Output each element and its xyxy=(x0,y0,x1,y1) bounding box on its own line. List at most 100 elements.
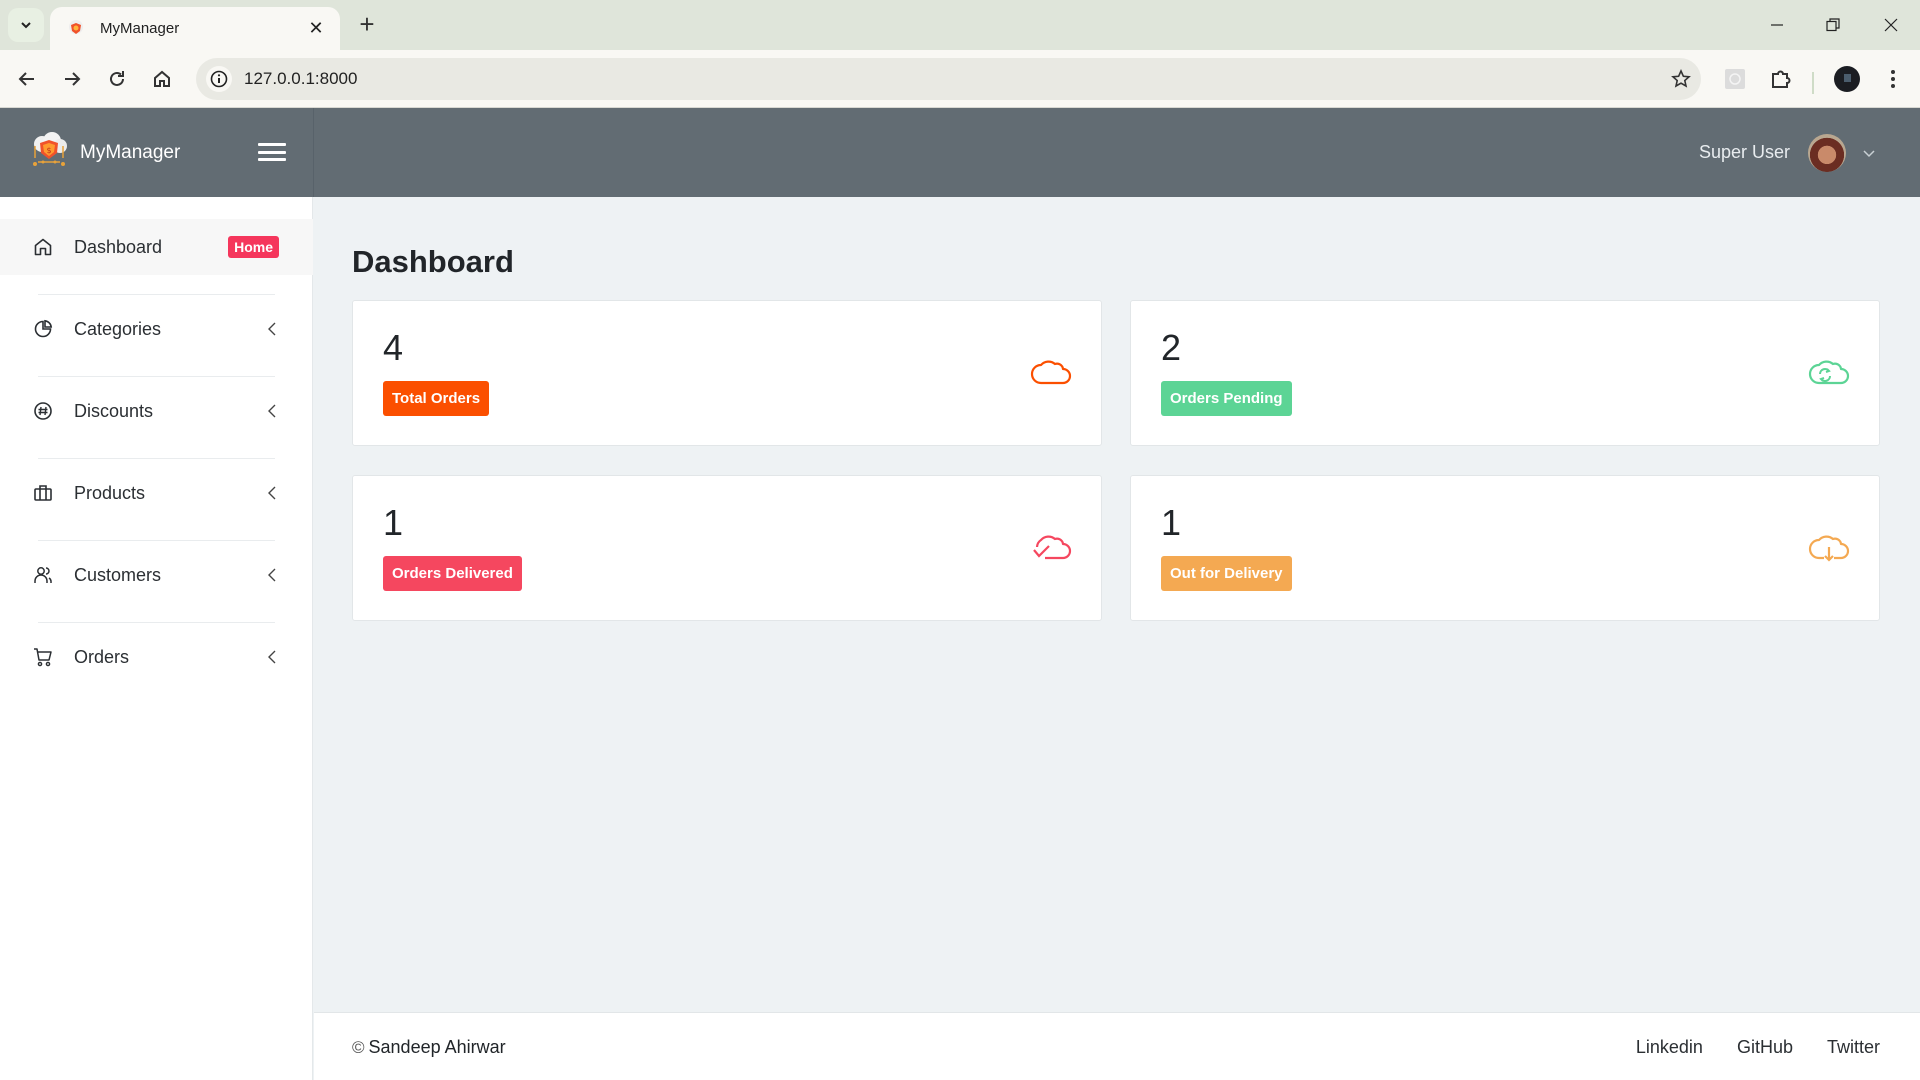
sidebar-toggle-button[interactable] xyxy=(258,140,286,164)
sidebar-item-label: Orders xyxy=(74,646,130,667)
app-header: $ MyManager Super User xyxy=(0,108,1920,197)
brand[interactable]: $ MyManager xyxy=(28,108,180,197)
toolbar-separator xyxy=(1812,72,1814,94)
back-button[interactable] xyxy=(10,62,44,96)
home-button[interactable] xyxy=(145,62,179,96)
footer-links: Linkedin GitHub Twitter xyxy=(1636,1037,1880,1058)
user-avatar xyxy=(1808,133,1846,172)
footer: © Sandeep Ahirwar Linkedin GitHub Twitter xyxy=(314,1012,1920,1080)
sidebar-divider xyxy=(38,540,275,541)
briefcase-icon xyxy=(32,482,54,504)
copyright-symbol: © xyxy=(352,1038,365,1057)
sidebar-divider xyxy=(38,458,275,459)
brand-name: MyManager xyxy=(80,141,181,163)
restore-icon xyxy=(1826,18,1840,32)
brand-logo-icon: $ xyxy=(33,131,67,166)
users-icon xyxy=(32,564,54,586)
chevron-left-icon xyxy=(265,568,279,582)
hamburger-icon-line xyxy=(258,150,286,154)
sidebar-item-label: Customers xyxy=(74,564,162,585)
copyright: © Sandeep Ahirwar xyxy=(352,1037,506,1058)
browser-toolbar: 127.0.0.1:8000 xyxy=(0,50,1920,108)
extensions-puzzle-icon[interactable] xyxy=(1766,64,1796,94)
url-text[interactable]: 127.0.0.1:8000 xyxy=(244,69,1661,89)
sidebar-item-label: Categories xyxy=(74,318,162,339)
chevron-left-icon xyxy=(265,486,279,500)
card-count: 1 xyxy=(383,502,404,543)
footer-link-github[interactable]: GitHub xyxy=(1737,1037,1793,1058)
cloud-sync-icon xyxy=(1808,360,1850,385)
sidebar-item-dashboard[interactable]: Dashboard Home xyxy=(0,219,313,275)
browser-menu-icon[interactable] xyxy=(1878,64,1908,94)
app-logo-icon xyxy=(66,19,86,39)
minimize-icon xyxy=(1771,24,1783,26)
discount-badge-icon xyxy=(32,400,54,422)
svg-text:$: $ xyxy=(46,146,51,155)
sidebar-item-categories[interactable]: Categories xyxy=(0,301,313,357)
browser-tab[interactable]: MyManager ✕ xyxy=(50,7,340,50)
copyright-owner: Sandeep Ahirwar xyxy=(368,1037,506,1057)
card-label: Total Orders xyxy=(383,381,490,416)
user-name: Super User xyxy=(1698,142,1790,162)
extension-icon[interactable] xyxy=(1720,64,1750,94)
page-title: Dashboard xyxy=(352,244,514,279)
footer-link-twitter[interactable]: Twitter xyxy=(1827,1037,1880,1058)
chevron-left-icon xyxy=(265,404,279,418)
card-label: Orders Delivered xyxy=(383,556,522,591)
bookmark-star-icon[interactable] xyxy=(1661,69,1701,89)
hamburger-icon-line xyxy=(258,143,286,146)
home-icon xyxy=(32,236,54,258)
minimize-button[interactable] xyxy=(1752,8,1802,42)
close-tab-icon[interactable]: ✕ xyxy=(306,18,326,39)
sidebar-item-label: Discounts xyxy=(74,400,154,421)
sidebar-divider xyxy=(38,376,275,377)
reload-button[interactable] xyxy=(100,62,134,96)
hamburger-icon-line xyxy=(258,158,286,161)
new-tab-button[interactable]: + xyxy=(352,10,382,40)
close-window-button[interactable] xyxy=(1866,8,1916,42)
sidebar-item-discounts[interactable]: Discounts xyxy=(0,383,313,439)
address-bar[interactable]: 127.0.0.1:8000 xyxy=(196,58,1701,100)
card-count: 4 xyxy=(383,327,404,368)
sidebar-item-label: Products xyxy=(74,482,146,503)
header-divider xyxy=(313,108,314,197)
close-icon xyxy=(1884,18,1898,32)
cloud-icon xyxy=(1030,360,1072,385)
stat-card-out-for-delivery[interactable]: 1 Out for Delivery xyxy=(1130,475,1880,621)
card-count: 2 xyxy=(1161,327,1182,368)
reload-icon xyxy=(110,71,124,86)
sidebar-divider xyxy=(38,294,275,295)
sidebar-divider xyxy=(38,622,275,623)
sidebar-item-customers[interactable]: Customers xyxy=(0,547,313,603)
user-menu[interactable]: Super User xyxy=(1699,108,1876,197)
card-count: 1 xyxy=(1161,502,1182,543)
tab-list-button[interactable] xyxy=(8,8,44,42)
stat-card-orders-pending[interactable]: 2 Orders Pending xyxy=(1130,300,1880,446)
cloud-download-icon xyxy=(1808,535,1850,562)
cart-icon xyxy=(32,646,54,668)
browser-tab-bar: MyManager ✕ + xyxy=(0,0,1920,50)
pie-chart-icon xyxy=(32,318,54,340)
cloud-check-icon xyxy=(1033,535,1072,560)
card-label: Out for Delivery xyxy=(1161,556,1292,591)
chevron-left-icon xyxy=(265,650,279,664)
sidebar-item-label: Dashboard xyxy=(74,236,163,257)
tab-title: MyManager xyxy=(100,20,180,37)
profile-avatar[interactable] xyxy=(1832,64,1862,94)
forward-button[interactable] xyxy=(55,62,89,96)
chevron-down-icon xyxy=(1863,149,1875,157)
sidebar-item-products[interactable]: Products xyxy=(0,465,313,521)
footer-link-linkedin[interactable]: Linkedin xyxy=(1636,1037,1703,1058)
home-icon xyxy=(154,70,170,87)
chevron-left-icon xyxy=(265,322,279,336)
sidebar-item-orders[interactable]: Orders xyxy=(0,629,313,685)
arrow-left-icon xyxy=(18,72,34,86)
arrow-right-icon xyxy=(65,72,81,86)
home-badge: Home xyxy=(228,236,279,258)
sidebar: Dashboard Home Categories Discounts Prod… xyxy=(0,197,313,1080)
site-info-icon[interactable] xyxy=(206,66,232,92)
stat-card-orders-delivered[interactable]: 1 Orders Delivered xyxy=(352,475,1102,621)
chevron-down-icon xyxy=(21,22,31,29)
restore-button[interactable] xyxy=(1808,8,1858,42)
stat-card-total-orders[interactable]: 4 Total Orders xyxy=(352,300,1102,446)
